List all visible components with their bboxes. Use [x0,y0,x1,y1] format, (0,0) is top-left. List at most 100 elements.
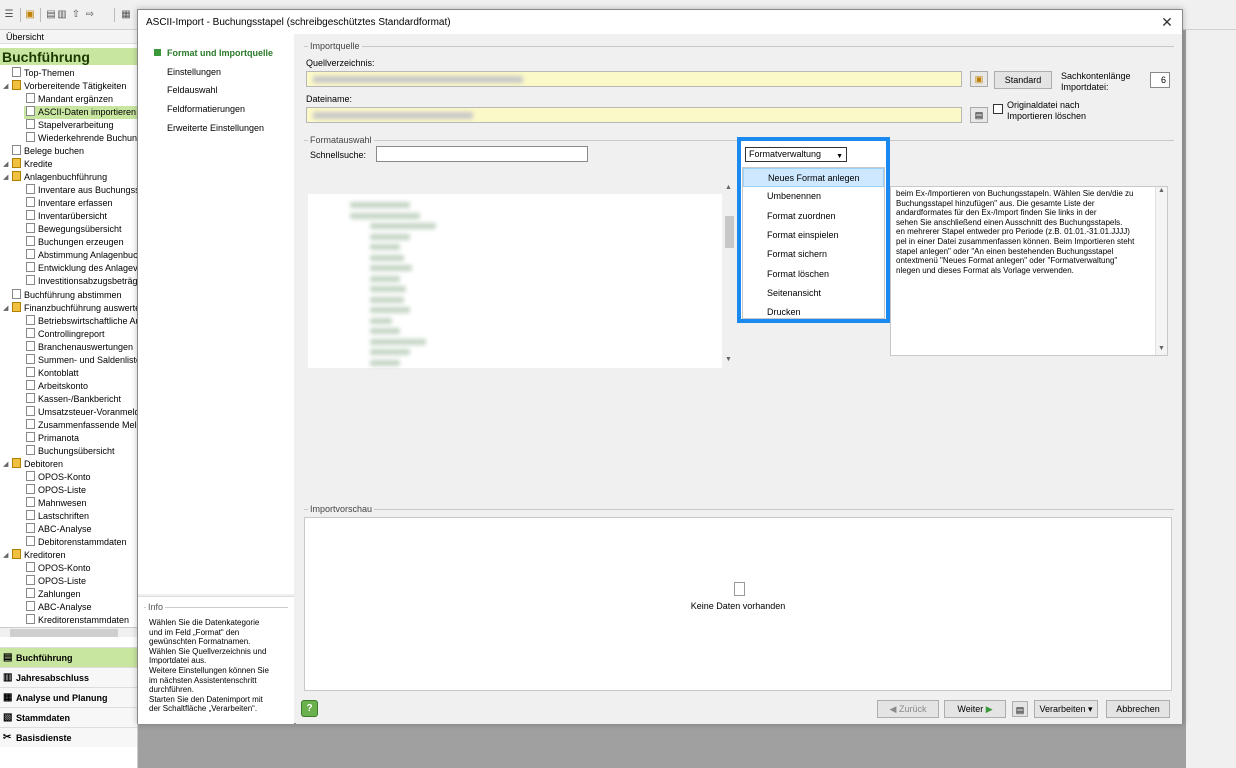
tree-item[interactable]: ABC-Analyse [26,523,92,536]
up-arrow-icon[interactable]: ⇧ [70,9,82,21]
expand-arrow-icon[interactable]: ◢ [3,171,8,184]
process-button[interactable]: Verarbeiten ▾ [1034,700,1098,718]
menu-item[interactable]: Drucken [743,303,884,322]
tree-item[interactable]: ABC-Analyse [26,601,92,614]
tree-item[interactable]: Entwicklung des Anlagev [26,262,137,275]
vertical-scrollbar[interactable]: ▲ ▼ [722,184,736,368]
tree-item[interactable]: OPOS-Liste [26,483,86,497]
tree-item[interactable]: Branchenauswertungen [26,340,133,354]
tree-item[interactable]: Abstimmung Anlagenbuch [26,249,137,262]
vertical-scrollbar[interactable]: ▲ ▼ [1155,187,1167,355]
expand-arrow-icon[interactable]: ◢ [3,158,8,171]
scroll-down-icon[interactable]: ▼ [1158,345,1165,352]
tree-item[interactable]: Stapelverarbeitung [26,119,114,132]
redacted-format-row[interactable] [370,265,412,271]
window-icon[interactable]: ▦ [120,9,132,21]
tree-item[interactable]: Umsatzsteuer-Voranmeldu [26,405,137,419]
tree-item[interactable]: Mahnwesen [26,496,87,510]
help-button[interactable]: ? [301,700,318,717]
tree-item[interactable]: ◢ Anlagenbuchführung [3,171,107,184]
tree-item[interactable]: ◢ Kredite [3,158,53,171]
tree-item[interactable]: Buchführung abstimmen [12,288,122,302]
redacted-format-row[interactable] [370,296,404,303]
tree-item[interactable]: Buchungen erzeugen [26,236,124,249]
redacted-format-row[interactable] [370,307,410,313]
expand-arrow-icon[interactable]: ◢ [3,549,8,562]
tree-item[interactable]: OPOS-Konto [26,562,91,575]
cancel-button[interactable]: Abbrechen [1106,700,1170,718]
module-0[interactable]: ▤ Buchführung [0,647,137,667]
tree-item[interactable]: Betriebswirtschaftliche Au [26,314,137,328]
tree-item[interactable]: Arbeitskonto [26,379,88,393]
redacted-format-row[interactable] [370,254,404,261]
expand-arrow-icon[interactable]: ◢ [3,80,8,93]
redacted-format-row[interactable] [350,202,410,208]
menu-item[interactable]: Umbenennen [743,187,884,206]
redacted-format-row[interactable] [370,244,400,250]
format-tree[interactable] [308,194,732,368]
tree-item[interactable]: Controllingreport [26,327,105,341]
tree-item[interactable]: Investitionsabzugsbeträge [26,275,137,288]
menu-item[interactable]: Format einspielen [743,226,884,245]
tree-item[interactable]: ◢ Debitoren [3,457,63,471]
expand-arrow-icon[interactable]: ◢ [3,302,8,315]
dateiname-input[interactable] [306,107,962,123]
menu-item[interactable]: Format zuordnen [743,207,884,226]
step-4[interactable]: Erweiterte Einstellungen [167,123,264,133]
step-3[interactable]: Feldformatierungen [167,104,245,114]
scrollbar-thumb[interactable] [725,216,734,248]
tree-item[interactable]: OPOS-Liste [26,575,86,588]
tree-item[interactable]: Bewegungsübersicht [26,223,122,236]
redacted-format-row[interactable] [370,223,436,229]
folder-icon[interactable]: ▣ [970,71,988,87]
tree-item[interactable]: Belege buchen [12,145,84,158]
scroll-up-icon[interactable]: ▲ [725,184,732,191]
tree-item[interactable]: ◢ Finanzbuchführung auswerte [3,301,137,315]
tree-item[interactable]: Zusammenfassende Meld [26,418,137,432]
menu-item[interactable]: Format löschen [743,265,884,284]
step-1[interactable]: Einstellungen [167,67,221,77]
redacted-format-row[interactable] [370,233,410,240]
scroll-down-icon[interactable]: ▼ [725,356,732,363]
redacted-format-row[interactable] [370,338,426,345]
module-1[interactable]: ▥ Jahresabschluss [0,667,137,687]
tree-item[interactable]: Debitorenstammdaten [26,536,127,549]
menu-item[interactable]: Seitenansicht [743,284,884,303]
tree-item[interactable]: Lastschriften [26,510,89,523]
next-button[interactable]: Weiter ▶ [944,700,1006,718]
close-icon[interactable]: ✕ [1158,13,1176,31]
save-icon[interactable]: ▤ [1012,701,1028,717]
tree-item[interactable]: ASCII-Daten importieren [24,106,137,120]
step-2[interactable]: Feldauswahl [167,85,218,95]
expand-arrow-icon[interactable]: ◢ [3,458,8,471]
forward-arrow-icon[interactable]: ⇨ [84,9,96,21]
scroll-up-icon[interactable]: ▲ [1158,187,1165,194]
tree-item[interactable]: Inventare erfassen [26,197,113,210]
redacted-format-row[interactable] [370,286,406,292]
module-3[interactable]: ▧ Stammdaten [0,707,137,727]
tree-item[interactable]: Wiederkehrende Buchun [26,132,137,145]
redacted-format-row[interactable] [370,359,400,366]
module-4[interactable]: ✂ Basisdienste [0,727,137,747]
file-browse-icon[interactable]: ▤ [970,107,988,123]
formatverwaltung-button[interactable]: Formatverwaltung ▼ [745,147,847,162]
menu-item[interactable]: Neues Format anlegen [743,168,884,187]
menu-item[interactable]: Format sichern [743,245,884,264]
redacted-format-row[interactable] [370,328,400,334]
tree-item[interactable]: Buchungsübersicht [26,444,115,458]
open-folder-icon[interactable]: ▣ [24,9,36,21]
redacted-format-row[interactable] [350,212,420,219]
quellverzeichnis-input[interactable] [306,71,962,87]
tree-item[interactable]: Mandant ergänzen [26,93,113,106]
tree-item[interactable]: Primanota [26,431,79,445]
redacted-format-row[interactable] [370,349,410,355]
sachkontenlaenge-input[interactable]: 6 [1150,72,1170,88]
redacted-format-row[interactable] [370,317,392,324]
tree-item[interactable]: Inventare aus Buchungss [26,184,137,197]
schnellsuche-input[interactable] [376,146,588,162]
standard-button[interactable]: Standard [994,71,1052,89]
step-0[interactable]: Format und Importquelle [167,48,273,58]
originaldatei-checkbox[interactable] [993,104,1003,114]
tree-item[interactable]: OPOS-Konto [26,470,91,484]
tree-item[interactable]: Zahlungen [26,588,81,601]
